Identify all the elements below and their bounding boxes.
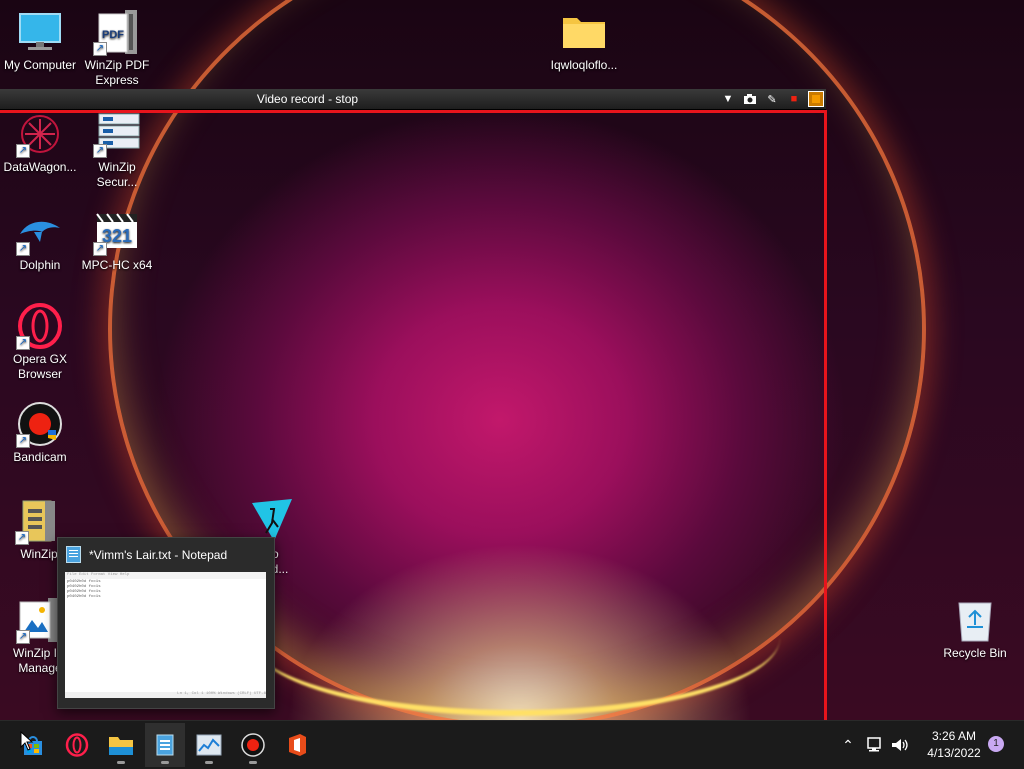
recycle-bin-icon: [951, 596, 999, 644]
winzip-pdf-icon: PDF ↗: [93, 8, 141, 56]
taskbar-notepad[interactable]: [145, 723, 185, 767]
taskbar: ⌃ 3:26 AM 4/13/2022: [0, 720, 1024, 769]
opera-gx-icon: [65, 733, 89, 757]
thumbnail-line: p0402h0d fcc1s: [67, 595, 101, 599]
camera-icon[interactable]: [742, 91, 758, 107]
notepad-icon: [66, 546, 81, 563]
recorder-title: Video record - stop: [256, 92, 359, 106]
clock-date: 4/13/2022: [927, 746, 981, 760]
running-indicator: [249, 761, 257, 764]
notepad-thumbnail-preview[interactable]: *Vimm's Lair.txt - Notepad File Edit For…: [57, 537, 275, 709]
taskbar-task-manager[interactable]: [189, 723, 229, 767]
thumbnail-body: File Edit Format View Help p0402h0d fcc1…: [65, 572, 266, 698]
taskbar-opera-gx[interactable]: [57, 723, 97, 767]
file-explorer-icon: [109, 737, 133, 755]
svg-text:PDF: PDF: [102, 29, 124, 41]
folder-icon: [560, 8, 608, 56]
clock-time: 3:26 AM: [931, 729, 977, 743]
desktop-icon-winzip-pdf-express[interactable]: PDF ↗ WinZip PDF Express: [77, 8, 157, 88]
system-clock[interactable]: 3:26 AM 4/13/2022: [916, 728, 992, 762]
running-indicator: [117, 761, 125, 764]
running-indicator: [205, 761, 213, 764]
notification-badge[interactable]: 1: [988, 736, 1004, 752]
thumbnail-menu: File Edit Format View Help: [65, 572, 266, 579]
desktop-icon-recycle-bin[interactable]: Recycle Bin: [935, 596, 1015, 661]
taskbar-bandicam[interactable]: [233, 723, 273, 767]
task-manager-icon: [196, 734, 222, 756]
stop-icon[interactable]: [808, 91, 824, 107]
taskbar-office[interactable]: [277, 723, 317, 767]
mouse-cursor-icon: [20, 731, 34, 751]
network-icon[interactable]: [866, 737, 884, 753]
running-indicator: [161, 761, 169, 764]
dropdown-icon[interactable]: ▼: [720, 91, 736, 107]
desktop-icon-folder[interactable]: Iqwloqloflo...: [544, 8, 624, 73]
shortcut-arrow-icon: ↗: [93, 42, 107, 56]
pencil-icon[interactable]: ✎: [764, 91, 780, 107]
record-icon[interactable]: ■: [786, 91, 802, 107]
show-hidden-icons-icon[interactable]: ⌃: [840, 737, 856, 754]
office-icon: [289, 734, 306, 756]
volume-icon[interactable]: [891, 737, 909, 753]
thumbnail-status: Ln 1, Col 1 100% Windows (CRLF) UTF-8: [65, 692, 266, 698]
desktop-icon-my-computer[interactable]: My Computer: [0, 8, 80, 73]
thumbnail-title: *Vimm's Lair.txt - Notepad: [89, 547, 228, 562]
recorder-toolbar[interactable]: Video record - stop ▼ ✎ ■: [0, 89, 826, 110]
taskbar-file-explorer[interactable]: [101, 723, 141, 767]
monitor-icon: [16, 8, 64, 56]
recorder-tools: ▼ ✎ ■: [720, 91, 824, 107]
notepad-icon: [156, 734, 174, 756]
bandicam-icon: [241, 733, 265, 757]
